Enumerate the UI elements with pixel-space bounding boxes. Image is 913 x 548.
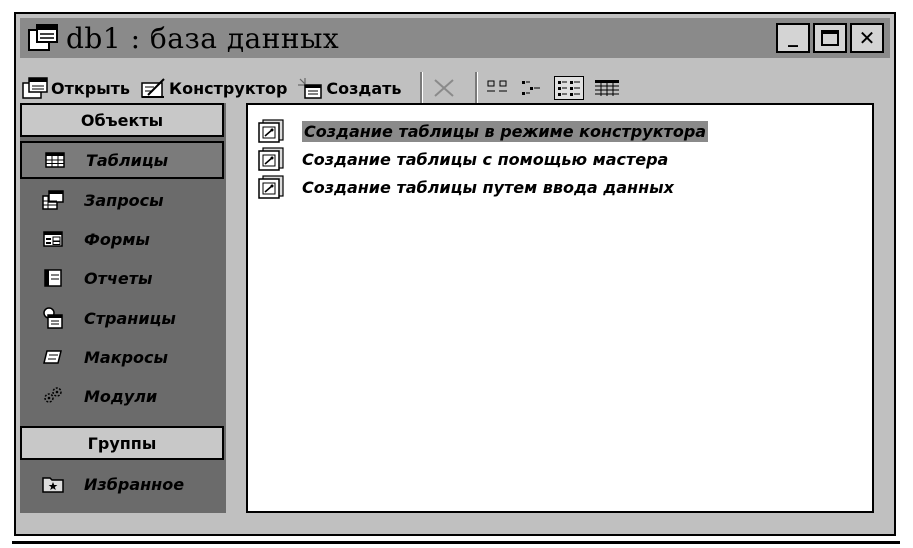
close-button[interactable]: ✕ <box>850 23 884 53</box>
objects-header[interactable]: Объекты <box>20 103 224 137</box>
query-icon <box>40 189 66 211</box>
sidebar-item-label: Таблицы <box>86 150 169 170</box>
list-item-label: Создание таблицы с помощью мастера <box>302 149 669 169</box>
sidebar-item-label: Страницы <box>84 308 176 328</box>
sidebar-item-tables[interactable]: Таблицы <box>20 141 224 179</box>
sidebar-item-queries[interactable]: Запросы <box>20 181 226 219</box>
list-item-label: Создание таблицы путем ввода данных <box>302 177 674 197</box>
create-label: Создать <box>326 78 402 98</box>
small-icons-button[interactable] <box>520 78 544 98</box>
design-button[interactable]: Конструктор <box>140 77 287 99</box>
list-item[interactable]: Создание таблицы в режиме конструктора <box>258 117 709 145</box>
divider <box>12 541 900 544</box>
wizard-icon <box>258 175 284 199</box>
close-icon: ✕ <box>858 26 876 50</box>
create-icon <box>298 78 323 99</box>
sidebar-item-forms[interactable]: Формы <box>20 220 226 258</box>
macro-icon <box>40 346 66 368</box>
list-view-button[interactable] <box>553 76 584 100</box>
list-item[interactable]: Создание таблицы с помощью мастера <box>258 145 668 173</box>
toolbar-separator <box>474 72 478 104</box>
table-icon <box>42 149 68 171</box>
page-icon <box>40 307 66 329</box>
maximize-icon <box>821 30 839 46</box>
sidebar-item-modules[interactable]: Модули <box>20 377 226 415</box>
open-button[interactable]: Открыть <box>22 77 130 99</box>
window-title: db1 : база данных <box>66 21 340 55</box>
module-icon <box>40 385 66 407</box>
wizard-icon <box>258 147 284 171</box>
large-icons-button[interactable] <box>486 78 510 98</box>
sidebar-item-label: Отчеты <box>84 268 153 288</box>
sidebar-item-label: Избранное <box>84 474 185 494</box>
report-icon <box>40 267 66 289</box>
list-item[interactable]: Создание таблицы путем ввода данных <box>258 173 674 201</box>
open-icon <box>22 77 48 99</box>
minimize-icon: _ <box>788 23 798 47</box>
title-bar[interactable]: db1 : база данных _ ✕ <box>20 18 890 58</box>
large-icons-icon <box>486 80 507 92</box>
objects-bar: Объекты Таблицы Запросы Формы Отчеты Стр… <box>20 103 226 513</box>
sidebar-item-reports[interactable]: Отчеты <box>20 259 226 297</box>
wizard-icon <box>258 119 284 143</box>
sidebar-item-label: Модули <box>84 386 158 406</box>
delete-button[interactable] <box>431 76 457 100</box>
sidebar-item-label: Запросы <box>84 190 164 210</box>
list-item-label: Создание таблицы в режиме конструктора <box>302 120 709 142</box>
toolbar-separator <box>419 72 423 104</box>
sidebar-item-pages[interactable]: Страницы <box>20 299 226 337</box>
list-view-icon <box>557 81 580 96</box>
small-icons-icon <box>521 81 540 95</box>
sidebar-item-label: Формы <box>84 229 150 249</box>
sidebar-item-favorites[interactable]: Избранное <box>20 465 226 503</box>
database-icon <box>28 24 58 52</box>
details-view-icon <box>594 80 619 96</box>
open-label: Открыть <box>51 78 131 98</box>
maximize-button[interactable] <box>813 23 847 53</box>
groups-header[interactable]: Группы <box>20 426 224 460</box>
objects-list: Создание таблицы в режиме конструктора С… <box>246 103 874 513</box>
delete-icon <box>433 79 454 97</box>
design-icon <box>141 78 165 98</box>
sidebar-item-label: Макросы <box>84 347 168 367</box>
favorites-icon <box>40 473 66 495</box>
sidebar-item-macros[interactable]: Макросы <box>20 338 226 376</box>
create-button[interactable]: Создать <box>297 77 402 99</box>
form-icon <box>40 228 66 250</box>
design-label: Конструктор <box>169 78 288 98</box>
details-view-button[interactable] <box>594 78 620 98</box>
minimize-button[interactable]: _ <box>776 23 810 53</box>
